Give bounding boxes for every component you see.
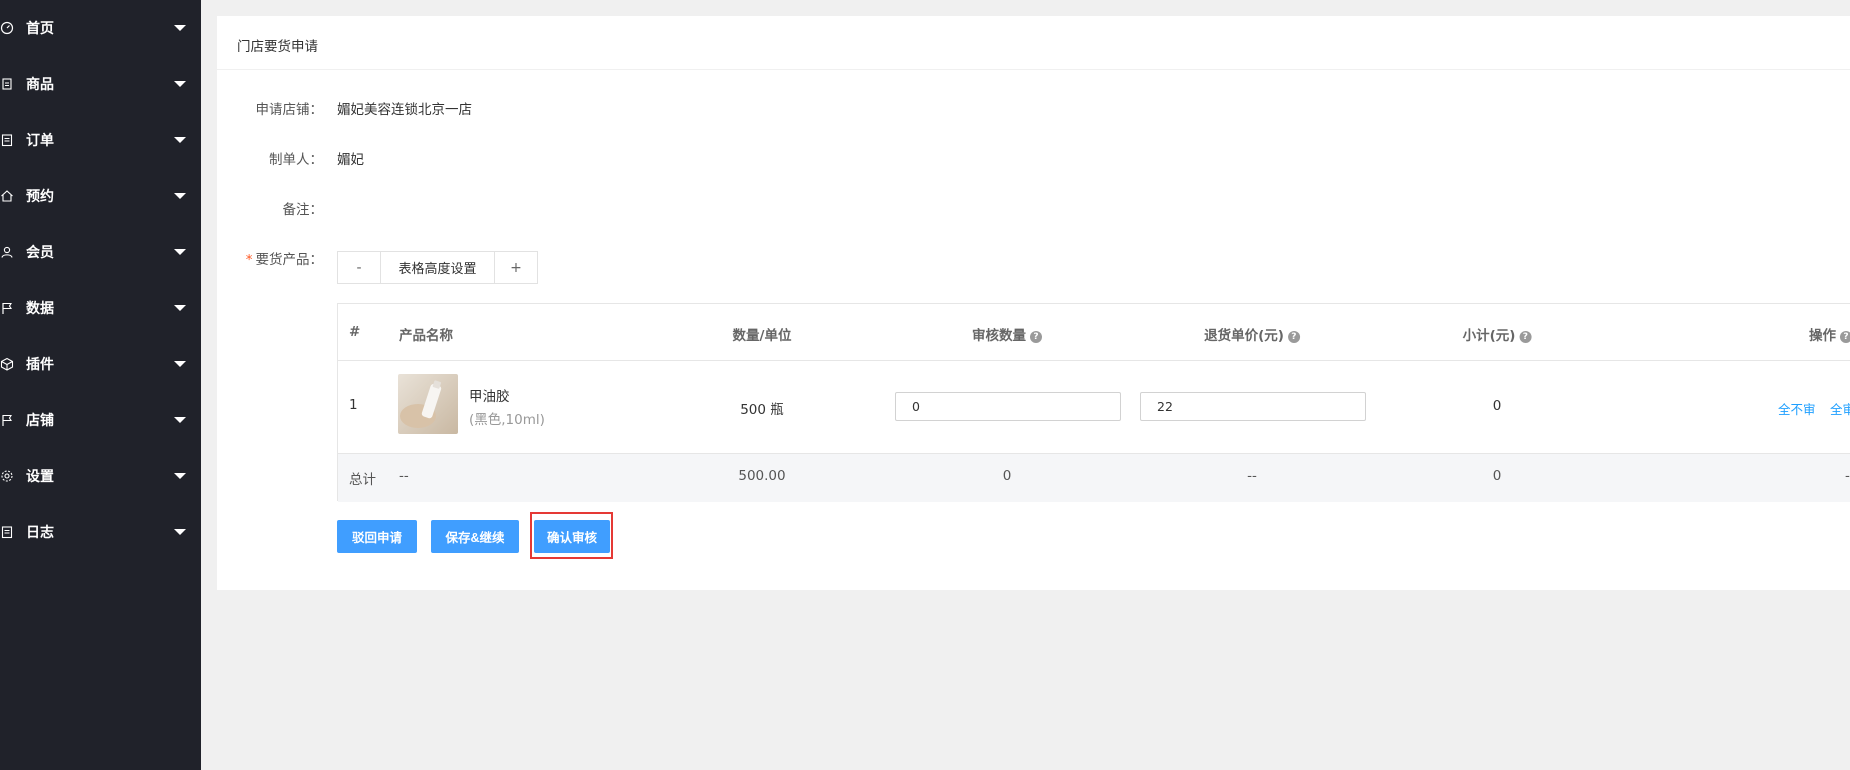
sidebar-item-members[interactable]: 会员 [0, 224, 201, 280]
col-subtotal: 小计(元)? [1463, 324, 1532, 344]
table-total-row: 总计 -- 500.00 0 -- 0 - [338, 454, 1850, 502]
row-index: 1 [349, 397, 358, 413]
gear-icon [0, 468, 16, 484]
caret-down-icon [174, 25, 186, 31]
caret-down-icon [174, 417, 186, 423]
col-actions-label: 操作 [1809, 328, 1836, 344]
caret-down-icon [174, 81, 186, 87]
sidebar-item-data[interactable]: 数据 [0, 280, 201, 336]
sidebar-item-label: 店铺 [26, 413, 54, 429]
sidebar-item-home[interactable]: 首页 [0, 0, 201, 56]
help-icon[interactable]: ? [1840, 331, 1850, 343]
col-return-price-label: 退货单价(元) [1204, 328, 1284, 344]
total-label: 总计 [349, 472, 376, 488]
caret-down-icon [174, 473, 186, 479]
help-icon[interactable]: ? [1519, 331, 1532, 343]
help-icon[interactable]: ? [1030, 331, 1042, 343]
flag-icon [0, 412, 16, 428]
sidebar-item-label: 商品 [26, 77, 54, 93]
caret-down-icon [174, 249, 186, 255]
sidebar-item-settings[interactable]: 设置 [0, 448, 201, 504]
store-value: 媚妃美容连锁北京一店 [337, 102, 472, 118]
col-actions: 操作? [1809, 324, 1850, 344]
save-continue-button[interactable]: 保存&继续 [431, 520, 519, 553]
clipboard-icon [0, 132, 16, 148]
user-icon [0, 244, 16, 260]
col-subtotal-label: 小计(元) [1462, 328, 1516, 344]
table-header: # 产品名称 数量/单位 审核数量? 退货单价(元)? 小计(元)? 操作? [338, 304, 1850, 361]
total-audit-qty: 0 [1002, 468, 1012, 484]
table-height-label: 表格高度设置 [380, 252, 495, 283]
table-height-stepper: - 表格高度设置 + [337, 251, 538, 284]
clipboard-icon [0, 524, 16, 540]
help-icon[interactable]: ? [1287, 331, 1300, 343]
row-subtotal: 0 [1492, 398, 1502, 414]
withdraw-button[interactable]: 驳回申请 [337, 520, 417, 553]
product-thumbnail [398, 374, 458, 434]
table-row: 1 甲油胶 (黑色,10ml) 500 瓶 0 22 0 全不审 全审 [338, 361, 1850, 454]
caret-down-icon [174, 193, 186, 199]
cube-icon [0, 356, 16, 372]
col-audit-qty: 审核数量? [972, 324, 1042, 344]
required-mark: * [245, 252, 253, 268]
col-index: # [349, 324, 361, 340]
col-return-price: 退货单价(元)? [1204, 324, 1300, 344]
page-title: 门店要货申请 [237, 39, 318, 55]
sidebar-item-label: 设置 [26, 469, 54, 485]
highlight-box [530, 512, 613, 559]
col-qty-unit: 数量/单位 [732, 328, 792, 344]
flag-icon [0, 300, 16, 316]
sidebar-item-products[interactable]: 商品 [0, 56, 201, 112]
remark-label: 备注： [282, 202, 324, 218]
col-audit-qty-label: 审核数量 [972, 328, 1026, 344]
sidebar-item-label: 数据 [26, 301, 54, 317]
caret-down-icon [174, 361, 186, 367]
row-qty-unit: 500 瓶 [740, 402, 784, 418]
products-label: * 要货产品： [215, 248, 323, 268]
dashboard-icon [0, 20, 16, 36]
sidebar-item-orders[interactable]: 订单 [0, 112, 201, 168]
sidebar-item-label: 会员 [26, 245, 54, 261]
home-icon [0, 188, 16, 204]
audit-qty-input[interactable]: 0 [895, 392, 1121, 421]
product-name: 甲油胶 [469, 389, 510, 405]
creator-label: 制单人： [269, 152, 323, 168]
decrease-button[interactable]: - [338, 252, 380, 283]
store-label: 申请店铺： [255, 102, 324, 118]
sidebar-item-plugins[interactable]: 插件 [0, 336, 201, 392]
caret-down-icon [174, 137, 186, 143]
sidebar-item-label: 订单 [26, 133, 54, 149]
audit-none-link[interactable]: 全不审 [1778, 399, 1816, 418]
audit-all-link[interactable]: 全审 [1830, 399, 1850, 418]
total-subtotal: 0 [1492, 468, 1502, 484]
caret-down-icon [174, 305, 186, 311]
increase-button[interactable]: + [495, 252, 537, 283]
sidebar-item-logs[interactable]: 日志 [0, 504, 201, 560]
sidebar-item-label: 首页 [26, 21, 54, 37]
sidebar-item-store[interactable]: 店铺 [0, 392, 201, 448]
sidebar-item-booking[interactable]: 预约 [0, 168, 201, 224]
sidebar-item-label: 插件 [26, 357, 54, 373]
document-icon [0, 76, 16, 92]
sidebar-item-label: 日志 [26, 525, 54, 541]
caret-down-icon [174, 529, 186, 535]
col-product-name: 产品名称 [399, 328, 453, 344]
product-table: # 产品名称 数量/单位 审核数量? 退货单价(元)? 小计(元)? 操作? 1 [337, 303, 1850, 502]
total-name: -- [399, 468, 409, 484]
return-price-input[interactable]: 22 [1140, 392, 1366, 421]
products-label-text: 要货产品： [255, 252, 324, 268]
panel-header: 门店要货申请 [217, 16, 1850, 70]
total-qty: 500.00 [738, 468, 786, 484]
total-return-price: -- [1247, 468, 1257, 484]
sidebar: 首页 商品 订单 预约 会员 数据 插件 店铺 设置 日志 [0, 0, 201, 770]
total-actions: - [1845, 468, 1850, 484]
product-spec: (黑色,10ml) [469, 412, 545, 428]
creator-value: 媚妃 [337, 152, 364, 168]
sidebar-item-label: 预约 [26, 189, 54, 205]
